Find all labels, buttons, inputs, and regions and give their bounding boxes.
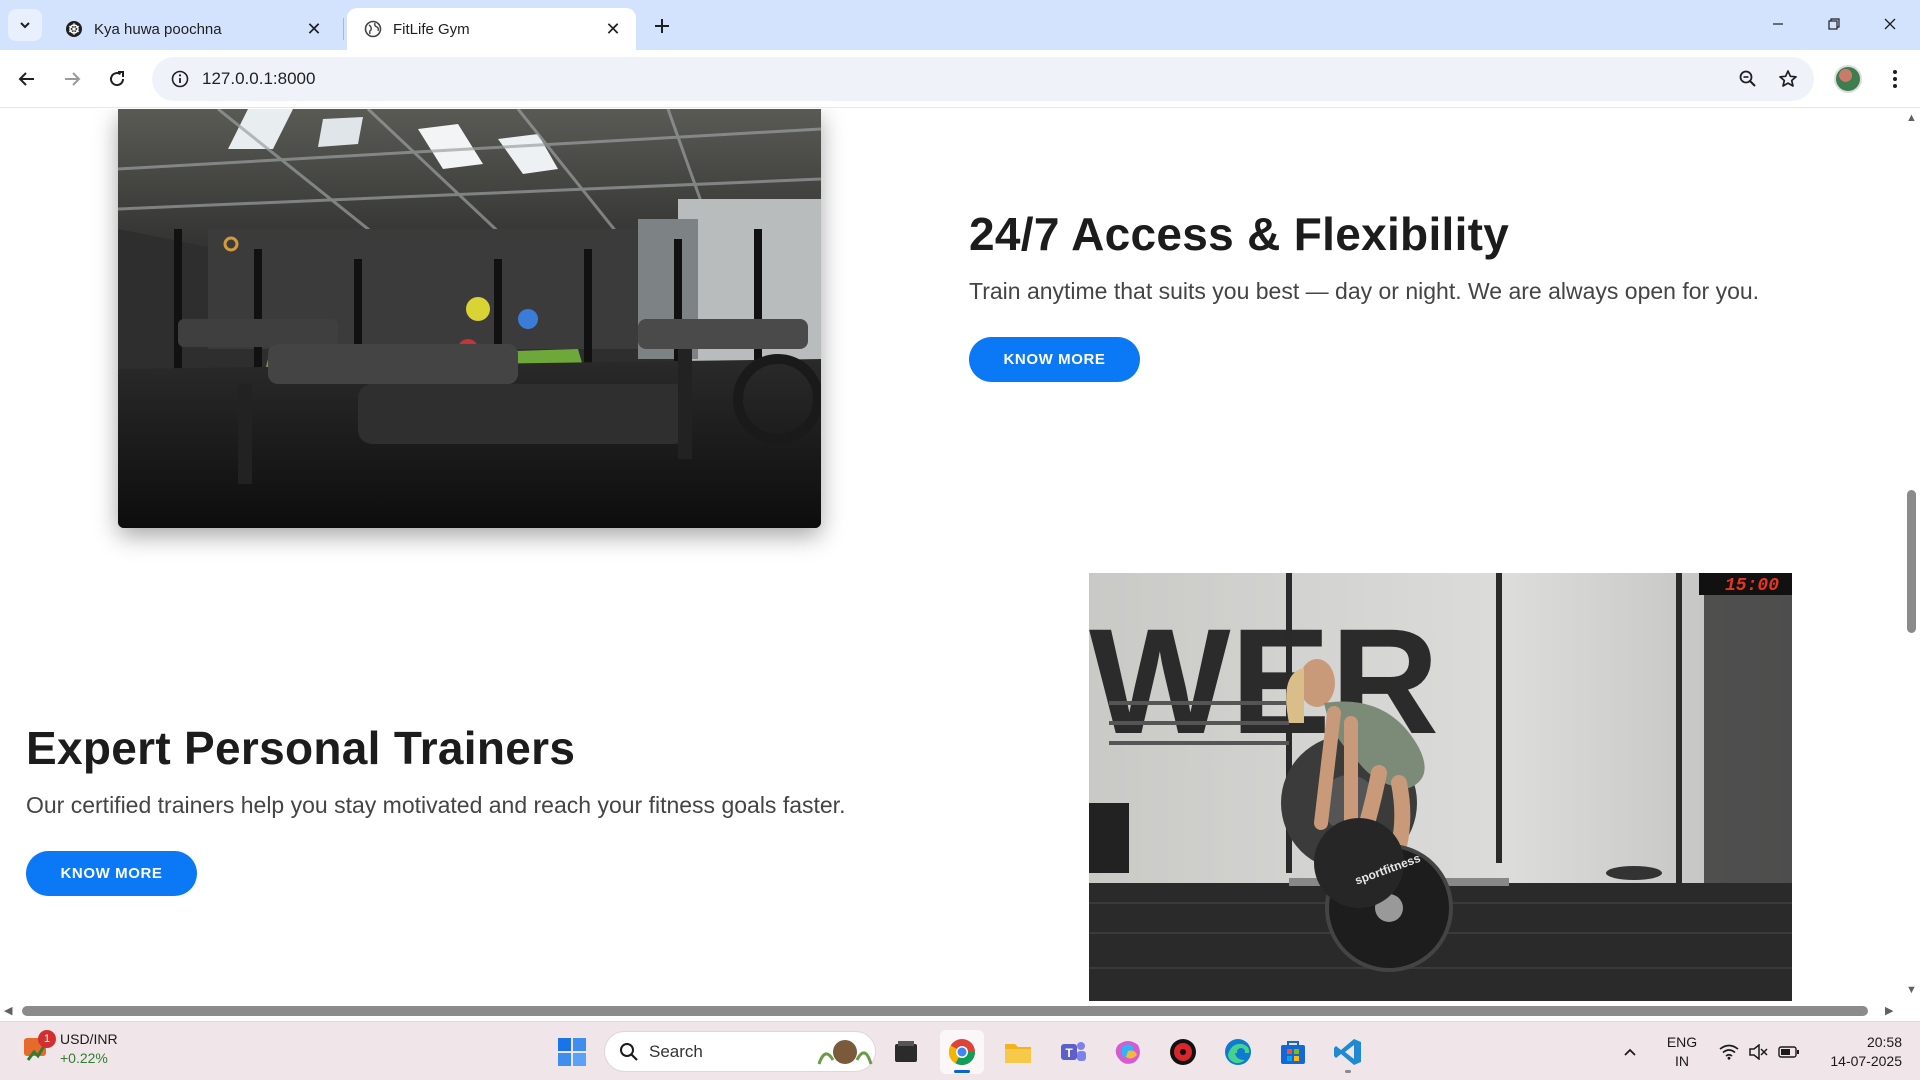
site-info-icon[interactable] <box>158 70 202 88</box>
browser-toolbar: 127.0.0.1:8000 <box>0 50 1920 108</box>
battery-icon[interactable] <box>1774 1022 1804 1080</box>
scroll-left-arrow-icon[interactable]: ◀ <box>4 1004 12 1017</box>
chrome-icon[interactable] <box>940 1030 984 1074</box>
wifi-icon[interactable] <box>1714 1022 1744 1080</box>
minimize-icon <box>1773 23 1783 25</box>
stock-chart-icon: 1 <box>22 1030 56 1066</box>
feature-title: 24/7 Access & Flexibility <box>969 208 1510 260</box>
globe-icon <box>363 19 383 39</box>
copilot-icon[interactable] <box>1106 1030 1150 1074</box>
edge-icon[interactable] <box>1216 1030 1260 1074</box>
open-app-indicator <box>1345 1070 1351 1073</box>
address-bar[interactable]: 127.0.0.1:8000 <box>152 57 1814 101</box>
feature-description: Our certified trainers help you stay mot… <box>26 792 846 818</box>
forward-button[interactable] <box>55 62 89 96</box>
minimize-button[interactable] <box>1750 0 1806 48</box>
store-icon[interactable] <box>1271 1030 1315 1074</box>
zoom-icon[interactable] <box>1728 59 1768 99</box>
tab-title: Kya huwa poochna <box>94 20 222 38</box>
search-icon <box>620 1042 638 1061</box>
back-button[interactable] <box>10 62 44 96</box>
vscode-icon[interactable] <box>1326 1030 1370 1074</box>
language-code: ENG <box>1666 1033 1698 1050</box>
gym-interior-photo <box>118 109 821 528</box>
url-text[interactable]: 127.0.0.1:8000 <box>202 69 1728 89</box>
close-icon <box>1884 18 1896 30</box>
search-placeholder: Search <box>649 1041 703 1061</box>
close-icon[interactable]: ✕ <box>303 18 325 40</box>
close-window-button[interactable] <box>1862 0 1918 48</box>
browser-tabstrip: Kya huwa poochna ✕ FitLife Gym ✕ <box>0 0 1920 50</box>
know-more-button[interactable]: KNOW MORE <box>969 337 1140 382</box>
trainer-deadlift-photo: WER 15:00 sportfitness <box>1089 573 1792 1001</box>
svg-text:T: T <box>1065 1046 1073 1060</box>
windows-logo-icon <box>558 1038 586 1066</box>
tab-search-button[interactable] <box>8 9 42 41</box>
chevron-up-icon <box>1624 1048 1636 1056</box>
chevron-down-icon <box>20 22 30 29</box>
chatgpt-logo-icon <box>64 19 84 39</box>
reload-button[interactable] <box>100 62 134 96</box>
notification-badge: 1 <box>38 1030 56 1048</box>
clock-time: 20:58 <box>1866 1033 1902 1050</box>
system-clock[interactable]: 20:58 14-07-2025 <box>1810 1022 1902 1080</box>
new-tab-button[interactable] <box>648 12 676 40</box>
folder-icon[interactable] <box>996 1030 1040 1074</box>
bookmark-star-icon[interactable] <box>1768 59 1808 99</box>
volume-muted-icon[interactable] <box>1744 1022 1772 1080</box>
clock-date: 14-07-2025 <box>1830 1052 1902 1069</box>
feature-description: Train anytime that suits you best — day … <box>969 278 1760 304</box>
vertical-scroll-thumb[interactable] <box>1907 490 1916 633</box>
tab-separator <box>343 18 344 40</box>
tab-title: FitLife Gym <box>393 20 470 38</box>
widget-change: +0.22% <box>60 1050 108 1066</box>
davinci-icon[interactable] <box>1161 1030 1205 1074</box>
scroll-down-arrow-icon[interactable]: ▼ <box>1906 984 1917 996</box>
weather-stock-widget[interactable]: 1 USD/INR +0.22% <box>22 1030 118 1068</box>
gym-timer-text: 15:00 <box>1725 576 1779 596</box>
active-app-indicator <box>954 1070 970 1073</box>
region-code: IN <box>1675 1052 1689 1069</box>
scroll-up-arrow-icon[interactable]: ▲ <box>1906 112 1917 124</box>
restore-button[interactable] <box>1806 0 1862 48</box>
more-vert-icon <box>1893 70 1897 88</box>
arrow-right-icon <box>65 72 81 86</box>
horizontal-scroll-thumb[interactable] <box>22 1006 1868 1016</box>
search-highlight-icon <box>817 1039 873 1065</box>
file-explorer-icon[interactable] <box>884 1030 928 1074</box>
restore-icon <box>1828 18 1840 30</box>
taskbar-search-box[interactable]: Search <box>604 1031 876 1072</box>
widget-title: USD/INR <box>60 1031 118 1047</box>
tab-fitlife-gym[interactable]: FitLife Gym ✕ <box>347 8 636 50</box>
language-indicator[interactable]: ENG IN <box>1662 1022 1702 1080</box>
close-icon[interactable]: ✕ <box>602 18 624 40</box>
teams-icon[interactable]: T <box>1051 1030 1095 1074</box>
arrow-left-icon <box>18 72 34 86</box>
start-button[interactable] <box>550 1030 594 1074</box>
plus-icon <box>655 19 669 33</box>
page-viewport: 24/7 Access & Flexibility Train anytime … <box>0 109 1904 1001</box>
know-more-button[interactable]: KNOW MORE <box>26 851 197 896</box>
scroll-right-arrow-icon[interactable]: ▶ <box>1885 1004 1893 1017</box>
browser-menu-button[interactable] <box>1880 62 1910 96</box>
tab-kya-huwa-poochna[interactable]: Kya huwa poochna ✕ <box>48 8 337 50</box>
feature-title: Expert Personal Trainers <box>26 722 576 774</box>
show-hidden-icons-button[interactable] <box>1616 1022 1644 1080</box>
profile-avatar[interactable] <box>1834 65 1862 93</box>
windows-taskbar: 1 USD/INR +0.22% Search T ENG IN 20:58 1… <box>0 1021 1920 1080</box>
reload-icon <box>110 71 125 87</box>
